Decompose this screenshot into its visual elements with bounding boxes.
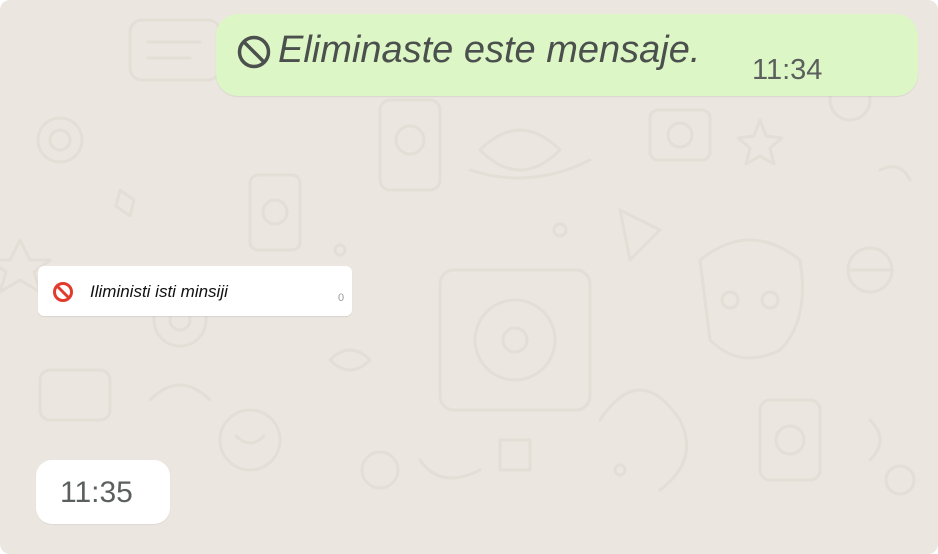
outgoing-message-bubble[interactable]: Eliminaste este mensaje. 11:34: [216, 14, 918, 96]
deleted-message-text: Iliministi isti minsiji: [90, 282, 228, 301]
deleted-message-text: Eliminaste este mensaje.: [278, 29, 701, 71]
message-timestamp: 11:35: [60, 476, 133, 509]
chat-window: Eliminaste este mensaje. 11:34 Iliminist…: [0, 0, 938, 554]
timestamp-bubble[interactable]: 11:35: [36, 460, 170, 524]
message-timestamp: 11:34: [752, 54, 823, 86]
incoming-message-bubble[interactable]: Iliministi isti minsiji 0: [38, 266, 352, 316]
prohibited-red-icon: [53, 282, 73, 302]
prohibited-icon: [237, 35, 271, 69]
message-timestamp: 0: [338, 292, 345, 304]
